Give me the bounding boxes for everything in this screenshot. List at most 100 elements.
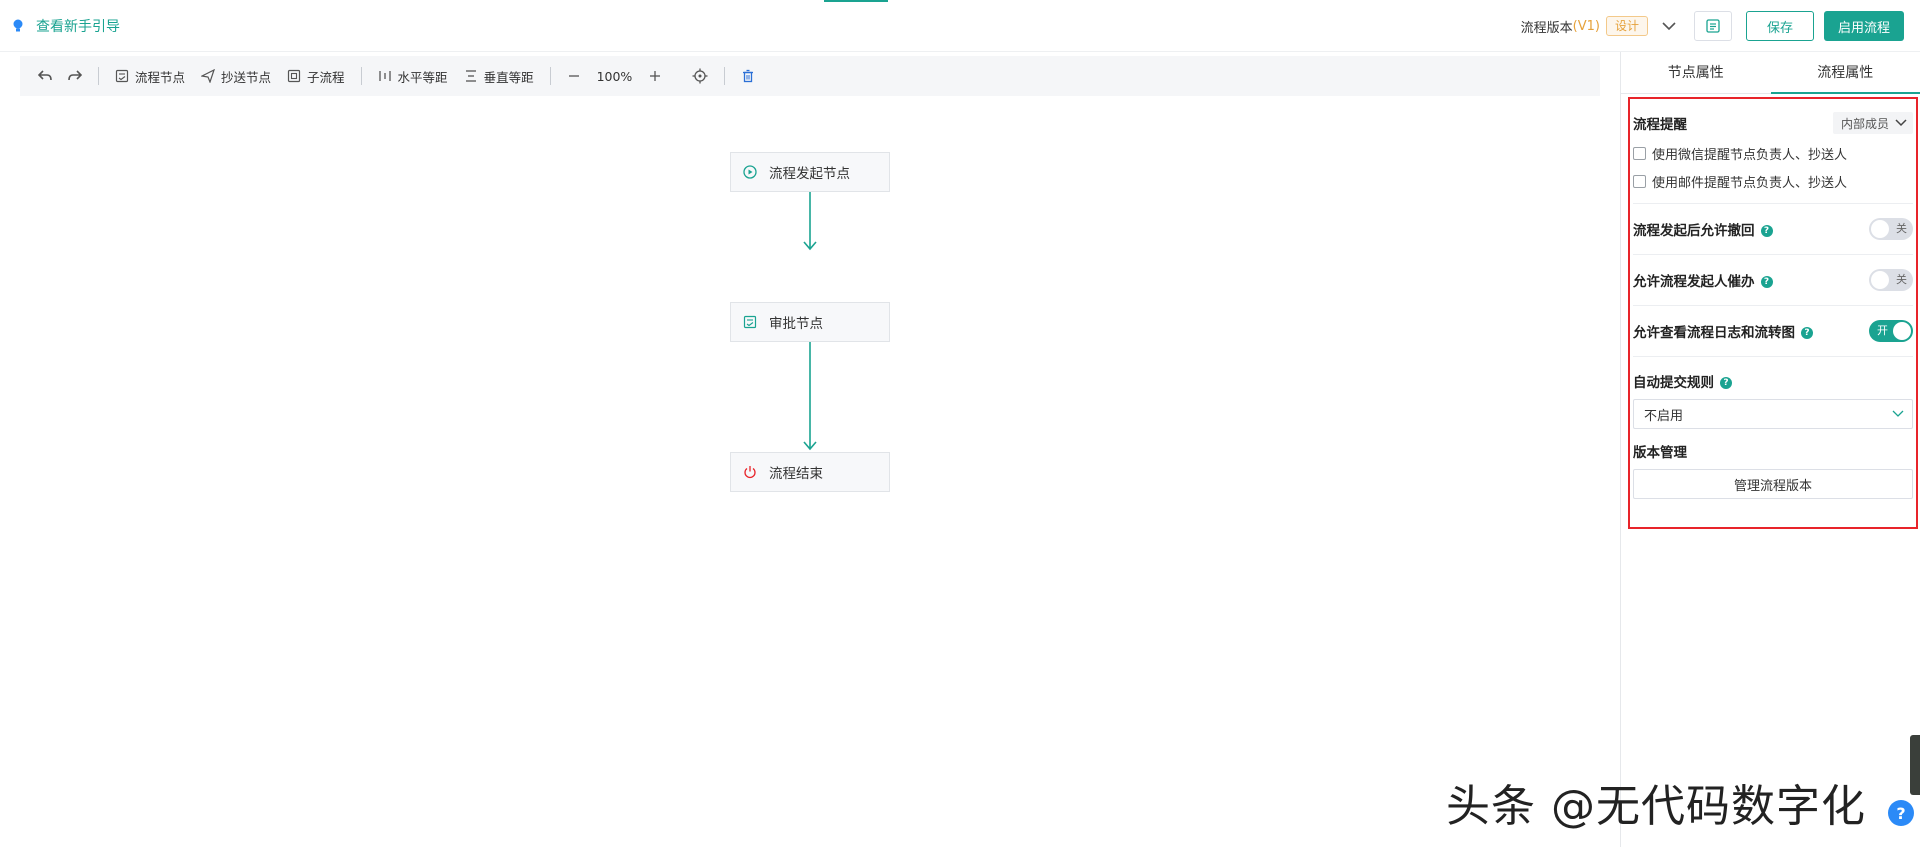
view-log-toggle[interactable]: 开 [1869,320,1913,342]
toolbar-divider [98,67,99,85]
remind-section: 流程提醒 内部成员 使用微信提醒节点负责人、抄送人 使用邮件提醒节点负责人、抄送… [1633,107,1913,204]
flow-node-label: 流程节点 [135,69,186,85]
view-log-label: 允许查看流程日志和流转图 [1633,325,1795,341]
flow-canvas[interactable]: 流程发起节点 审批节点 流程结束 [0,100,1620,847]
trash-icon [743,69,754,83]
horizontal-spacing-button[interactable]: 水平等距 [370,62,456,90]
toggle-state: 开 [1877,324,1888,337]
panel-tabs: 节点属性 流程属性 [1621,52,1920,94]
subflow-icon [287,69,301,83]
chevron-down-icon [1895,119,1907,127]
chevron-down-icon [1662,22,1676,31]
minus-icon [568,75,579,77]
locate-center-button[interactable] [684,62,716,90]
zoom-level: 100% [596,68,633,84]
toggle-knob [1871,271,1889,289]
bulb-icon [13,19,23,32]
version-value: (V1) [1572,18,1600,34]
beginner-guide-link[interactable]: 查看新手引导 [12,16,120,36]
remind-scope-value: 内部成员 [1840,116,1889,131]
vertical-distribute-icon [465,70,476,82]
add-flow-node-button[interactable]: 流程节点 [107,62,193,90]
guide-label: 查看新手引导 [36,19,120,35]
undo-button[interactable] [30,62,60,90]
flow-properties-section: 流程提醒 内部成员 使用微信提醒节点负责人、抄送人 使用邮件提醒节点负责人、抄送… [1628,97,1918,529]
view-log-setting-row: 允许查看流程日志和流转图? 开 [1633,306,1913,357]
approval-node[interactable]: 审批节点 [730,302,890,342]
email-remind-checkbox[interactable]: 使用邮件提醒节点负责人、抄送人 [1633,167,1913,195]
add-subflow-button[interactable]: 子流程 [279,62,353,90]
vertical-spacing-button[interactable]: 垂直等距 [456,62,542,90]
end-node-label: 流程结束 [769,466,823,482]
remind-title: 流程提醒 [1633,117,1687,133]
chevron-down-icon [1892,410,1904,417]
wechat-remind-checkbox[interactable]: 使用微信提醒节点负责人、抄送人 [1633,139,1913,167]
help-icon[interactable]: ? [1801,327,1813,339]
watermark: 头条 @无代码数字化 [1446,781,1866,832]
zoom-out-button[interactable] [559,62,589,90]
toolbar-divider [360,67,362,85]
save-button[interactable]: 保存 [1746,11,1814,41]
withdraw-toggle[interactable]: 关 [1869,218,1913,240]
properties-panel: 节点属性 流程属性 流程提醒 内部成员 使用微信提醒节点负责人、抄送人 使用邮件… [1620,52,1920,847]
approval-icon [743,315,757,329]
help-icon[interactable]: ? [1760,276,1773,288]
tab-flow-properties[interactable]: 流程属性 [1770,52,1920,94]
approval-node-icon [115,69,129,83]
status-badge: 设计 [1605,16,1648,36]
checkbox-box[interactable] [1633,174,1646,188]
remind-scope-select[interactable]: 内部成员 [1832,112,1913,134]
horizontal-spacing-label: 水平等距 [397,69,448,85]
toolbar-divider [549,67,551,85]
floating-help-button[interactable]: ? [1888,800,1914,826]
plus-icon [650,71,661,81]
subflow-label: 子流程 [307,69,345,85]
zoom-in-button[interactable] [640,62,670,90]
cc-node-label: 抄送节点 [221,69,272,85]
manage-versions-button[interactable]: 管理流程版本 [1633,469,1913,499]
version-mgmt-title: 版本管理 [1633,445,1687,461]
auto-submit-section: 自动提交规则? 不启用 [1633,357,1913,429]
enable-flow-button[interactable]: 启用流程 [1824,11,1904,41]
horizontal-distribute-icon [378,71,391,81]
help-icon[interactable]: ? [1720,377,1732,389]
add-cc-node-button[interactable]: 抄送节点 [193,62,279,90]
active-indicator [824,0,888,2]
power-icon [744,466,756,479]
version-dropdown-button[interactable] [1658,15,1680,37]
send-icon [201,69,215,83]
withdraw-setting-row: 流程发起后允许撤回? 关 [1633,204,1913,255]
redo-icon [68,70,82,81]
version-label: 流程版本 [1520,20,1573,36]
side-drawer-handle[interactable] [1910,735,1920,795]
urge-setting-row: 允许流程发起人催办? 关 [1633,255,1913,306]
tab-node-properties[interactable]: 节点属性 [1621,52,1771,93]
email-remind-label: 使用邮件提醒节点负责人、抄送人 [1652,175,1848,191]
withdraw-label: 流程发起后允许撤回 [1633,223,1755,239]
play-icon [743,165,757,179]
top-header: 查看新手引导 流程版本 (V1) 设计 保存 启用流程 [0,0,1920,52]
toggle-state: 关 [1896,273,1907,286]
approval-node-label: 审批节点 [769,316,823,332]
checkbox-box[interactable] [1633,146,1646,160]
document-icon [1706,19,1720,33]
notes-button[interactable] [1694,11,1732,41]
start-node[interactable]: 流程发起节点 [730,152,890,192]
canvas-toolbar: 流程节点 抄送节点 子流程 水平等距 垂直等距 100% [20,56,1600,96]
delete-button[interactable] [733,62,763,90]
header-actions: 流程版本 (V1) 设计 保存 启用流程 [1521,10,1904,42]
flow-edge [803,342,817,451]
start-node-label: 流程发起节点 [769,166,850,182]
auto-submit-select[interactable]: 不启用 [1633,399,1913,429]
toggle-state: 关 [1896,222,1907,235]
toggle-knob [1893,322,1911,340]
toolbar-divider [724,67,726,85]
urge-toggle[interactable]: 关 [1869,269,1913,291]
toggle-knob [1871,220,1889,238]
auto-submit-title: 自动提交规则 [1633,375,1714,391]
help-icon[interactable]: ? [1760,225,1773,237]
end-node[interactable]: 流程结束 [730,452,890,492]
vertical-spacing-label: 垂直等距 [483,69,534,85]
redo-button[interactable] [60,62,90,90]
auto-submit-value: 不启用 [1644,408,1684,424]
